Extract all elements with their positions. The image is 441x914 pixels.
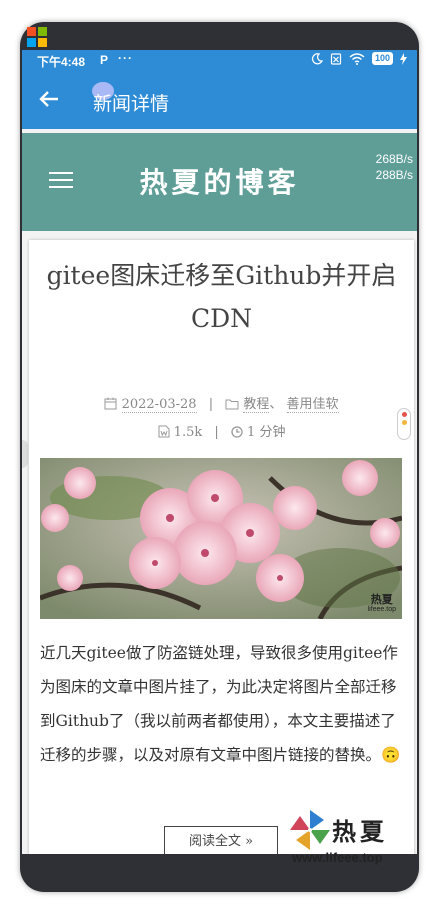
- post-excerpt: 近几天gitee做了防盗链处理，导致很多使用gitee作为图床的文章中图片挂了，…: [40, 644, 401, 764]
- logo-name: 热夏: [332, 817, 388, 846]
- watermark-url: lifeee.top: [367, 606, 396, 613]
- clock-icon: [231, 426, 243, 438]
- post-title-line1[interactable]: gitee图床迁移至Github并开启: [29, 254, 414, 297]
- post-card: gitee图床迁移至Github并开启 CDN 2022-03-28 | 教程、…: [29, 240, 414, 880]
- pinwheel-icon: [290, 810, 330, 850]
- wifi-icon: [349, 52, 365, 65]
- site-logo: 热夏 www.lifeee.top: [288, 808, 408, 868]
- parking-icon: P: [100, 53, 109, 67]
- category-link-1[interactable]: 教程: [243, 397, 270, 413]
- phone-screen: 下午4:48 P ··· 100 新闻详情 热夏的博客 268B/s 288B/…: [22, 50, 417, 888]
- calendar-icon: [104, 397, 117, 410]
- status-time: 下午4:48: [37, 55, 86, 69]
- blog-brand[interactable]: 热夏的博客: [22, 161, 417, 201]
- hero-image[interactable]: 热夏 lifeee.top: [40, 458, 402, 619]
- meta-separator: |: [208, 397, 214, 412]
- read-time: 1 分钟: [247, 425, 286, 440]
- watermark-name: 热夏: [370, 594, 393, 606]
- app-bar: 新闻详情: [22, 72, 417, 129]
- post-title[interactable]: gitee图床迁移至Github并开启 CDN: [29, 254, 414, 340]
- floating-tool-handle[interactable]: [397, 408, 411, 440]
- post-date[interactable]: 2022-03-28: [121, 397, 197, 413]
- more-notifications-icon: ···: [118, 51, 133, 65]
- page-title: 新闻详情: [93, 94, 170, 115]
- word-count: 1.5k: [173, 425, 203, 440]
- speed-download: 288B/s: [375, 168, 413, 182]
- post-title-line2[interactable]: CDN: [29, 297, 414, 340]
- status-bar: 下午4:48 P ··· 100: [22, 50, 417, 72]
- word-count-icon: [158, 425, 170, 438]
- back-arrow-icon[interactable]: [36, 86, 62, 112]
- image-watermark: 热夏 lifeee.top: [368, 595, 396, 615]
- post-meta-row1: 2022-03-28 | 教程、 善用佳软: [29, 393, 414, 413]
- battery-icon: 100: [371, 52, 393, 65]
- network-speed: 268B/s 288B/s: [376, 151, 413, 183]
- phone-frame: 下午4:48 P ··· 100 新闻详情 热夏的博客 268B/s 288B/…: [20, 22, 419, 892]
- no-sim-icon: [330, 52, 342, 65]
- blog-header: 热夏的博客 268B/s 288B/s: [22, 133, 417, 231]
- status-icons: 100: [311, 52, 407, 65]
- category-link-2[interactable]: 善用佳软: [286, 397, 339, 413]
- post-meta-row2: 1.5k | 1 分钟: [29, 421, 414, 440]
- left-edge-handle[interactable]: [22, 440, 28, 468]
- windows-logo-icon: [27, 27, 47, 47]
- meta-separator: |: [214, 425, 219, 440]
- folder-icon: [225, 399, 239, 410]
- charging-icon: [400, 52, 407, 65]
- category-separator: 、: [269, 397, 283, 412]
- cherry-blossom-image: [40, 458, 402, 619]
- logo-url: www.lifeee.top: [292, 850, 383, 865]
- speed-upload: 268B/s: [375, 152, 413, 166]
- moon-icon: [311, 52, 323, 64]
